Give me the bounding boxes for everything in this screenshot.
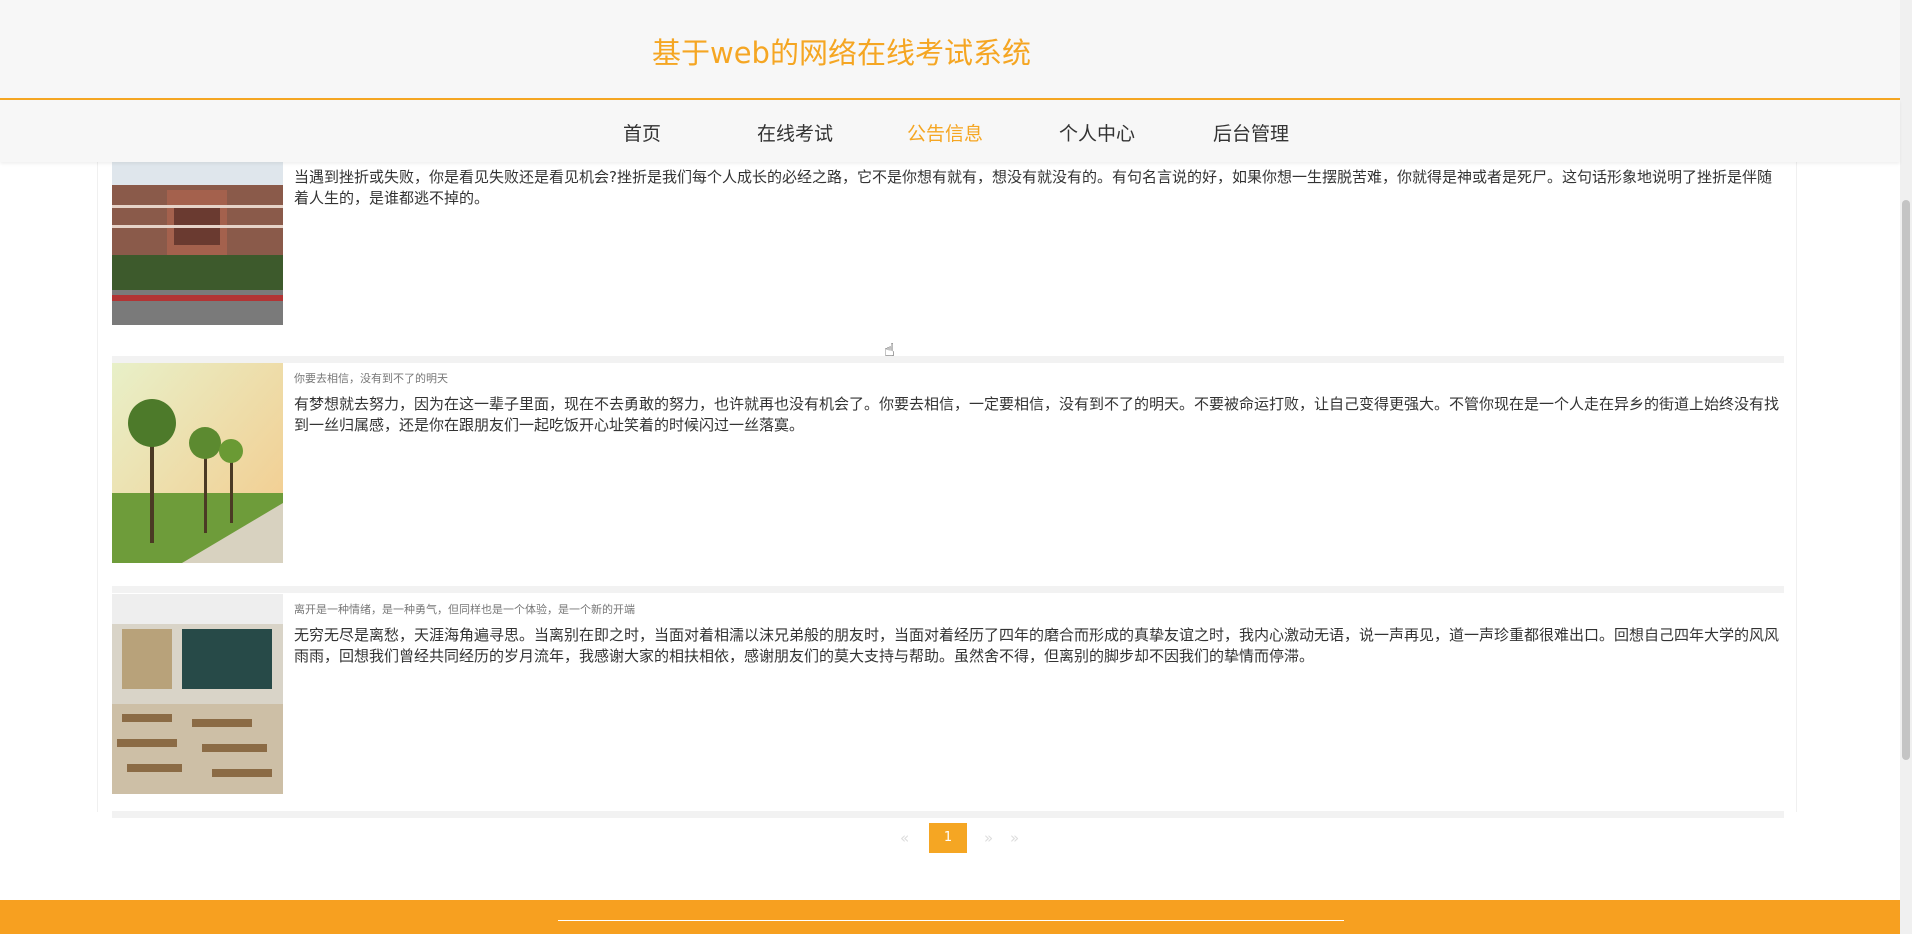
nav-item-online-exam[interactable]: 在线考试 <box>757 119 833 146</box>
notice-subtitle: 你要去相信，没有到不了的明天 <box>294 372 448 385</box>
pagination: « 1 » » <box>0 823 1900 853</box>
main-nav: 首页 在线考试 公告信息 个人中心 后台管理 <box>0 100 1900 162</box>
notice-list: 当遇到挫折或失败，你是看见失败还是看见机会?挫折是我们每个人成长的必经之路，它不… <box>97 125 1797 818</box>
notice-subtitle: 离开是一种情绪，是一种勇气，但同样也是一个体验，是一个新的开端 <box>294 603 635 616</box>
nav-item-personal-center[interactable]: 个人中心 <box>1059 119 1135 146</box>
notice-item[interactable]: 离开是一种情绪，是一种勇气，但同样也是一个体验，是一个新的开端 无穷无尽是离愁，… <box>112 594 1784 818</box>
pagination-prev[interactable]: « <box>900 829 909 847</box>
header: 基于web的网络在线考试系统 <box>0 0 1900 100</box>
nav-item-admin[interactable]: 后台管理 <box>1213 119 1289 146</box>
pagination-page-1[interactable]: 1 <box>929 823 967 853</box>
notice-image-trees[interactable] <box>112 363 283 563</box>
notice-content: 有梦想就去努力，因为在这一辈子里面，现在不去勇敢的努力，也许就再也没有机会了。你… <box>294 395 1780 434</box>
scrollbar[interactable] <box>1900 0 1912 934</box>
notice-item[interactable]: 你要去相信，没有到不了的明天 有梦想就去努力，因为在这一辈子里面，现在不去勇敢的… <box>112 363 1784 593</box>
site-title: 基于web的网络在线考试系统 <box>652 36 1031 70</box>
footer-divider <box>558 920 1344 921</box>
notice-image-classroom[interactable] <box>112 594 283 794</box>
nav-item-announcements[interactable]: 公告信息 <box>907 119 983 146</box>
footer <box>0 900 1900 934</box>
pagination-next[interactable]: » <box>984 829 993 847</box>
notice-content: 当遇到挫折或失败，你是看见失败还是看见机会?挫折是我们每个人成长的必经之路，它不… <box>294 168 1772 207</box>
page: 基于web的网络在线考试系统 首页 在线考试 公告信息 个人中心 后台管理 当遇… <box>0 0 1912 934</box>
scrollbar-thumb[interactable] <box>1902 200 1910 760</box>
nav-item-home[interactable]: 首页 <box>623 119 661 146</box>
notice-content: 无穷无尽是离愁，天涯海角遍寻思。当离别在即之时，当面对着相濡以沫兄弟般的朋友时，… <box>294 626 1780 665</box>
hand-cursor-icon: ☝ <box>884 340 895 361</box>
pagination-last[interactable]: » <box>1010 829 1019 847</box>
